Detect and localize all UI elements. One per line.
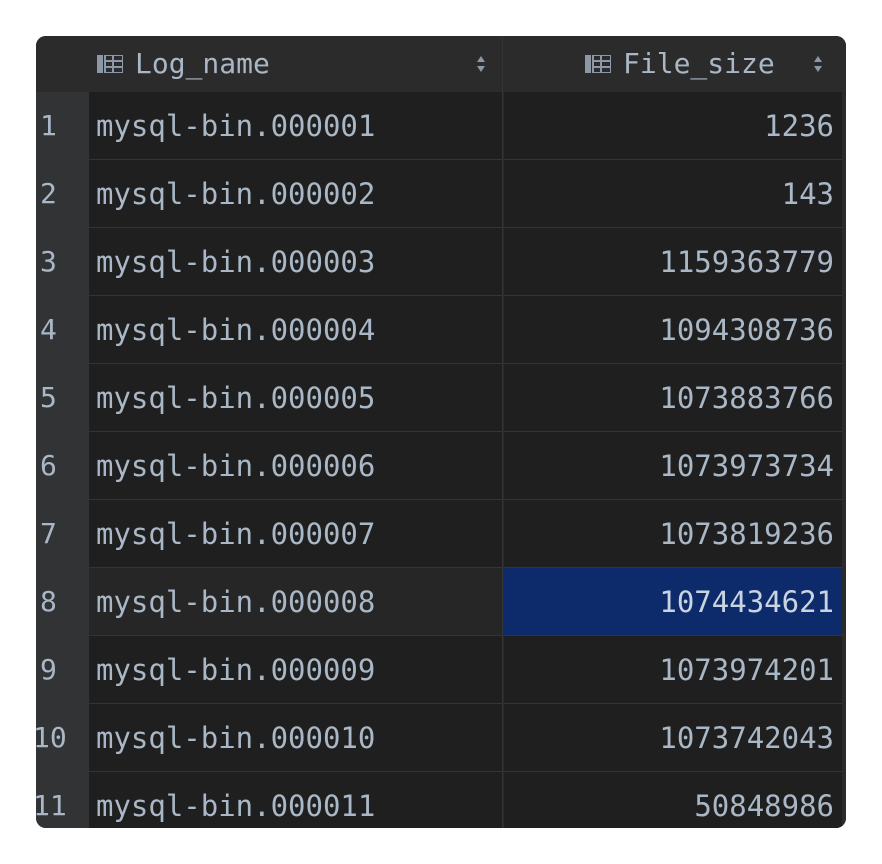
file-size-cell[interactable]: 1159363779 [504,228,842,296]
sort-updown-icon[interactable] [813,54,823,74]
log-name-cell[interactable]: mysql-bin.000010 [89,704,503,772]
file-size-cell[interactable]: 1073819236 [504,500,842,568]
file-size-cell[interactable]: 1073973734 [504,432,842,500]
column-title-file-size: File_size [623,47,775,80]
file-size-cell[interactable]: 1073742043 [504,704,842,772]
result-grid-window: Log_name File_size 1 mysql-bin.000001 12… [36,36,846,828]
file-size-cell[interactable]: 50848986 [504,772,842,828]
row-number[interactable]: 10 [36,704,89,772]
log-name-cell[interactable]: mysql-bin.000009 [89,636,503,704]
log-name-cell[interactable]: mysql-bin.000005 [89,364,503,432]
row-number[interactable]: 11 [36,772,89,828]
log-name-cell[interactable]: mysql-bin.000002 [89,160,503,228]
log-name-cell[interactable]: mysql-bin.000008 [89,568,503,636]
table-body: 1 mysql-bin.000001 1236 2 mysql-bin.0000… [36,92,846,828]
log-name-cell[interactable]: mysql-bin.000007 [89,500,503,568]
file-size-cell[interactable]: 1236 [504,92,842,160]
row-number[interactable]: 8 [36,568,89,636]
log-name-cell[interactable]: mysql-bin.000011 [89,772,503,828]
row-number[interactable]: 6 [36,432,89,500]
table-row-current[interactable]: 8 mysql-bin.000008 1074434621 [36,568,846,636]
row-number[interactable]: 2 [36,160,89,228]
table-row[interactable]: 9 mysql-bin.000009 1073974201 [36,636,846,704]
column-header-file-size[interactable]: File_size [504,36,846,92]
row-number[interactable]: 5 [36,364,89,432]
log-name-cell[interactable]: mysql-bin.000006 [89,432,503,500]
table-row[interactable]: 4 mysql-bin.000004 1094308736 [36,296,846,364]
column-icon [585,55,611,73]
row-number[interactable]: 9 [36,636,89,704]
file-size-cell[interactable]: 1094308736 [504,296,842,364]
table-row[interactable]: 2 mysql-bin.000002 143 [36,160,846,228]
row-number-header [36,36,89,92]
file-size-cell[interactable]: 143 [504,160,842,228]
file-size-cell[interactable]: 1073883766 [504,364,842,432]
column-icon [97,55,123,73]
table-row[interactable]: 10 mysql-bin.000010 1073742043 [36,704,846,772]
row-number[interactable]: 1 [36,92,89,160]
table-row[interactable]: 3 mysql-bin.000003 1159363779 [36,228,846,296]
sort-updown-icon[interactable] [476,54,486,74]
table-row[interactable]: 11 mysql-bin.000011 50848986 [36,772,846,828]
table-row[interactable]: 5 mysql-bin.000005 1073883766 [36,364,846,432]
row-number[interactable]: 3 [36,228,89,296]
file-size-cell-selected[interactable]: 1074434621 [504,568,842,636]
row-number[interactable]: 7 [36,500,89,568]
log-name-cell[interactable]: mysql-bin.000004 [89,296,503,364]
table-row[interactable]: 6 mysql-bin.000006 1073973734 [36,432,846,500]
column-header-log-name[interactable]: Log_name [89,36,503,92]
file-size-cell[interactable]: 1073974201 [504,636,842,704]
table-header: Log_name File_size [36,36,846,92]
log-name-cell[interactable]: mysql-bin.000003 [89,228,503,296]
log-name-cell[interactable]: mysql-bin.000001 [89,92,503,160]
table-row[interactable]: 7 mysql-bin.000007 1073819236 [36,500,846,568]
column-title-log-name: Log_name [135,47,270,80]
table-row[interactable]: 1 mysql-bin.000001 1236 [36,92,846,160]
grid-right-edge [842,36,846,828]
row-number[interactable]: 4 [36,296,89,364]
